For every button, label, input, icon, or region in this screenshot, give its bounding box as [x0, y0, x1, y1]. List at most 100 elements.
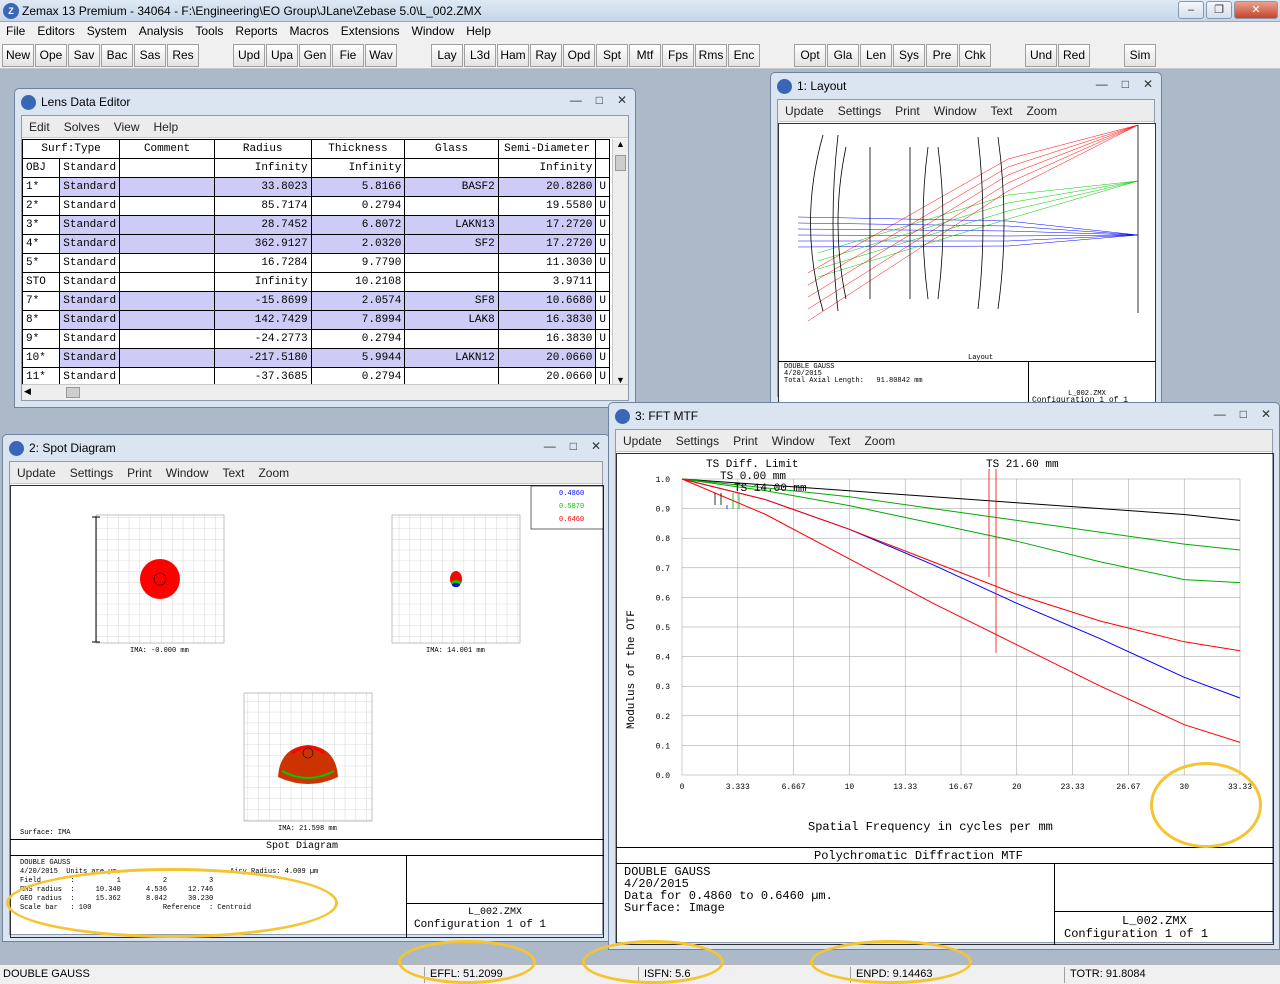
- semi-diameter-cell[interactable]: 3.9711: [497, 272, 597, 292]
- semi-diameter-cell[interactable]: 20.8280: [497, 177, 597, 197]
- surface-cell[interactable]: 7*: [22, 291, 61, 311]
- lde-vertical-scrollbar[interactable]: ▲ ▼: [612, 139, 628, 385]
- semi-diameter-cell[interactable]: 10.6680: [497, 291, 597, 311]
- scroll-left-icon[interactable]: ◀: [24, 386, 31, 397]
- type-cell[interactable]: Standard: [59, 196, 121, 216]
- thickness-cell[interactable]: 0.2794: [310, 329, 406, 349]
- toolbar-button-lens[interactable]: Len: [860, 44, 892, 67]
- toolbar-button-rms[interactable]: Rms: [695, 44, 727, 67]
- minimize-icon[interactable]: —: [1096, 77, 1108, 91]
- solve-flag-cell[interactable]: [595, 158, 610, 178]
- spot-menu-print[interactable]: Print: [120, 462, 159, 483]
- restore-icon[interactable]: ❐: [1206, 1, 1232, 19]
- glass-cell[interactable]: [404, 272, 499, 292]
- comment-cell[interactable]: [119, 234, 215, 254]
- solve-flag-cell[interactable]: U: [595, 253, 610, 273]
- glass-cell[interactable]: SF2: [404, 234, 499, 254]
- toolbar-button-enc[interactable]: Enc: [728, 44, 760, 67]
- toolbar-button-fps[interactable]: Fps: [662, 44, 694, 67]
- toolbar-button-new[interactable]: New: [2, 44, 34, 67]
- toolbar-button-layout[interactable]: Lay: [431, 44, 463, 67]
- table-row[interactable]: 7* Standard -15.8699 2.0574 SF8 10.6680 U: [22, 291, 610, 311]
- lde-menu-edit[interactable]: Edit: [22, 116, 57, 137]
- toolbar-button-system[interactable]: Sys: [893, 44, 925, 67]
- table-row[interactable]: OBJ Standard Infinity Infinity Infinity: [22, 158, 610, 178]
- radius-cell[interactable]: -217.5180: [213, 348, 312, 368]
- layout-menu-text[interactable]: Text: [983, 100, 1019, 121]
- spot-menu-update[interactable]: Update: [10, 462, 63, 483]
- glass-cell[interactable]: [404, 329, 499, 349]
- restore-icon[interactable]: □: [1240, 407, 1247, 421]
- toolbar-button-update[interactable]: Upd: [233, 44, 265, 67]
- solve-flag-cell[interactable]: U: [595, 329, 610, 349]
- comment-cell[interactable]: [119, 291, 215, 311]
- spot-menu-window[interactable]: Window: [159, 462, 216, 483]
- toolbar-button-check[interactable]: Chk: [959, 44, 991, 67]
- lde-menu-view[interactable]: View: [107, 116, 147, 137]
- close-icon[interactable]: ✕: [617, 93, 627, 107]
- semi-diameter-cell[interactable]: 20.0660: [497, 367, 597, 385]
- spot-menu-settings[interactable]: Settings: [63, 462, 120, 483]
- spot-menu-text[interactable]: Text: [215, 462, 251, 483]
- close-icon[interactable]: ✕: [1143, 77, 1153, 91]
- semi-diameter-cell[interactable]: 11.3030: [497, 253, 597, 273]
- radius-cell[interactable]: 28.7452: [213, 215, 312, 235]
- menu-editors[interactable]: Editors: [31, 22, 80, 41]
- comment-cell[interactable]: [119, 329, 215, 349]
- type-cell[interactable]: Standard: [59, 367, 121, 385]
- thickness-cell[interactable]: 10.2108: [310, 272, 406, 292]
- menu-reports[interactable]: Reports: [229, 22, 283, 41]
- scroll-up-icon[interactable]: ▲: [616, 139, 625, 149]
- minimize-icon[interactable]: –: [1178, 1, 1204, 19]
- surface-cell[interactable]: 9*: [22, 329, 61, 349]
- toolbar-button-update-all[interactable]: Upa: [266, 44, 298, 67]
- comment-cell[interactable]: [119, 367, 215, 385]
- thickness-cell[interactable]: 6.8072: [310, 215, 406, 235]
- type-cell[interactable]: Standard: [59, 215, 121, 235]
- column-header-thickness[interactable]: Thickness: [310, 139, 406, 159]
- type-cell[interactable]: Standard: [59, 272, 121, 292]
- thickness-cell[interactable]: 5.8166: [310, 177, 406, 197]
- table-row[interactable]: 5* Standard 16.7284 9.7790 11.3030 U: [22, 253, 610, 273]
- lde-menu-help[interactable]: Help: [147, 116, 186, 137]
- table-row[interactable]: 10* Standard -217.5180 5.9944 LAKN12 20.0660 U: [22, 348, 610, 368]
- column-header-radius[interactable]: Radius: [213, 139, 312, 159]
- layout-menu-print[interactable]: Print: [888, 100, 927, 121]
- semi-diameter-cell[interactable]: Infinity: [497, 158, 597, 178]
- mtf-menu-settings[interactable]: Settings: [669, 430, 726, 451]
- mtf-menu-window[interactable]: Window: [765, 430, 822, 451]
- minimize-icon[interactable]: —: [1214, 407, 1226, 421]
- column-header-glass[interactable]: Glass: [404, 139, 499, 159]
- radius-cell[interactable]: -24.2773: [213, 329, 312, 349]
- comment-cell[interactable]: [119, 272, 215, 292]
- toolbar-button-redo[interactable]: Red: [1058, 44, 1090, 67]
- thickness-cell[interactable]: 0.2794: [310, 196, 406, 216]
- toolbar-button-sim[interactable]: Sim: [1124, 44, 1156, 67]
- radius-cell[interactable]: -15.8699: [213, 291, 312, 311]
- mtf-titlebar[interactable]: 3: FFT MTF — □ ✕: [609, 403, 1279, 429]
- radius-cell[interactable]: 142.7429: [213, 310, 312, 330]
- radius-cell[interactable]: 33.8023: [213, 177, 312, 197]
- column-header-surf-type[interactable]: Surf:Type: [22, 139, 121, 159]
- table-row[interactable]: 3* Standard 28.7452 6.8072 LAKN13 17.2720 U: [22, 215, 610, 235]
- radius-cell[interactable]: Infinity: [213, 158, 312, 178]
- type-cell[interactable]: Standard: [59, 291, 121, 311]
- thickness-cell[interactable]: 2.0320: [310, 234, 406, 254]
- close-icon[interactable]: ✕: [1261, 407, 1271, 421]
- thickness-cell[interactable]: 5.9944: [310, 348, 406, 368]
- glass-cell[interactable]: [404, 158, 499, 178]
- comment-cell[interactable]: [119, 158, 215, 178]
- type-cell[interactable]: Standard: [59, 234, 121, 254]
- toolbar-button-mtf[interactable]: Mtf: [629, 44, 661, 67]
- spot-titlebar[interactable]: 2: Spot Diagram — □ ✕: [3, 435, 609, 461]
- restore-icon[interactable]: □: [596, 93, 603, 107]
- table-row[interactable]: 1* Standard 33.8023 5.8166 BASF2 20.8280 U: [22, 177, 610, 197]
- solve-flag-cell[interactable]: U: [595, 291, 610, 311]
- close-icon[interactable]: ✕: [591, 439, 601, 453]
- toolbar-button-opd[interactable]: Opd: [563, 44, 595, 67]
- solve-flag-cell[interactable]: U: [595, 367, 610, 385]
- comment-cell[interactable]: [119, 177, 215, 197]
- table-row[interactable]: 8* Standard 142.7429 7.8994 LAK8 16.3830 U: [22, 310, 610, 330]
- semi-diameter-cell[interactable]: 19.5580: [497, 196, 597, 216]
- layout-menu-zoom[interactable]: Zoom: [1019, 100, 1064, 121]
